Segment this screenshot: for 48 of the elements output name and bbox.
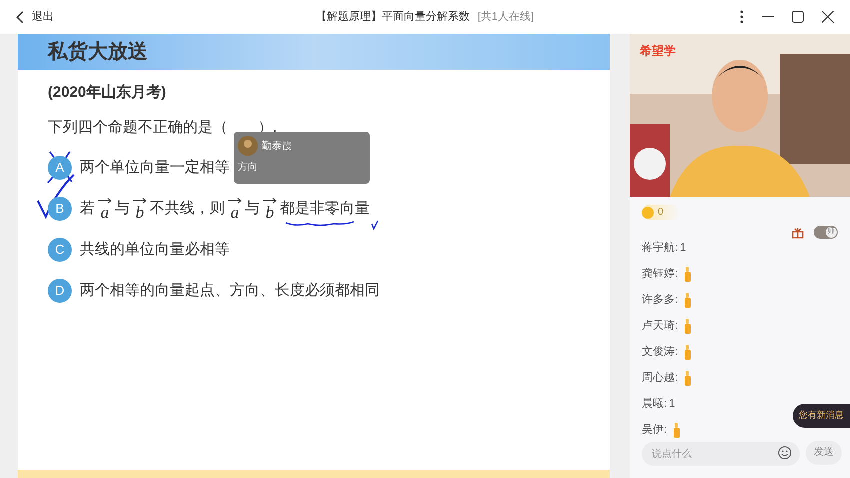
emoji-icon[interactable] [778,446,792,460]
chat-username: 许多多: [642,292,678,308]
option-text: 与 [245,199,260,219]
chat-username: 龚钰婷: [642,266,678,282]
chat-message: 1 [680,240,686,256]
thumbs-up-icon [684,266,692,282]
option-letter: C [48,238,72,262]
coin-counter: 0 [642,205,680,220]
banner-title: 私货大放送 [48,40,148,65]
comment-text: 方向 [238,160,259,175]
more-icon[interactable] [740,10,744,24]
option-text: 两个单位向量一定相等 [80,158,230,178]
thumbs-up-icon [684,318,692,334]
close-icon[interactable] [822,11,834,23]
option-text: 两个相等的向量起点、方向、长度必须都相同 [80,280,380,301]
chat-username: 晨曦: [642,396,668,412]
option-letter: B [48,197,72,221]
brand-logo: 希望学 [640,43,676,60]
new-message-badge: 您有新消息 [793,404,850,428]
thumbs-up-icon [684,344,692,360]
coin-icon [642,206,654,218]
send-button[interactable]: 发送 [806,440,842,464]
gift-icon[interactable] [792,226,804,238]
thumbs-up-icon [684,292,692,308]
chat-username: 蒋宇航: [642,240,678,256]
chat-message: 1 [669,396,676,412]
comment-user: 勤泰霞 [262,140,292,154]
option-text: 若 [80,199,95,219]
online-count: [共1人在线] [478,10,534,25]
chat-username: 吴伊: [642,422,668,438]
chat-username: 文俊涛: [642,344,678,360]
chat-username: 卢天琦: [642,318,678,334]
thumbs-up-icon [684,370,692,386]
option-text: 不共线，则 [150,199,225,219]
avatar-icon [238,136,258,156]
thumbs-up-icon [673,422,682,438]
option-text: 都是非零向量 [280,199,370,219]
maximize-icon[interactable] [792,11,804,23]
option-text: 共线的单位向量必相等 [80,240,230,260]
back-icon [16,10,24,24]
back-button[interactable]: 退出 [16,8,54,26]
chat-input-field[interactable]: 说点什么 [642,442,800,466]
question-source: (2020年山东月考) [48,83,168,103]
option-letter: A [48,156,72,180]
option-letter: D [48,279,72,303]
window-title: 【解题原理】平面向量分解系数 [316,10,470,25]
option-text: 与 [115,199,130,219]
chat-username: 周心越: [642,370,678,386]
